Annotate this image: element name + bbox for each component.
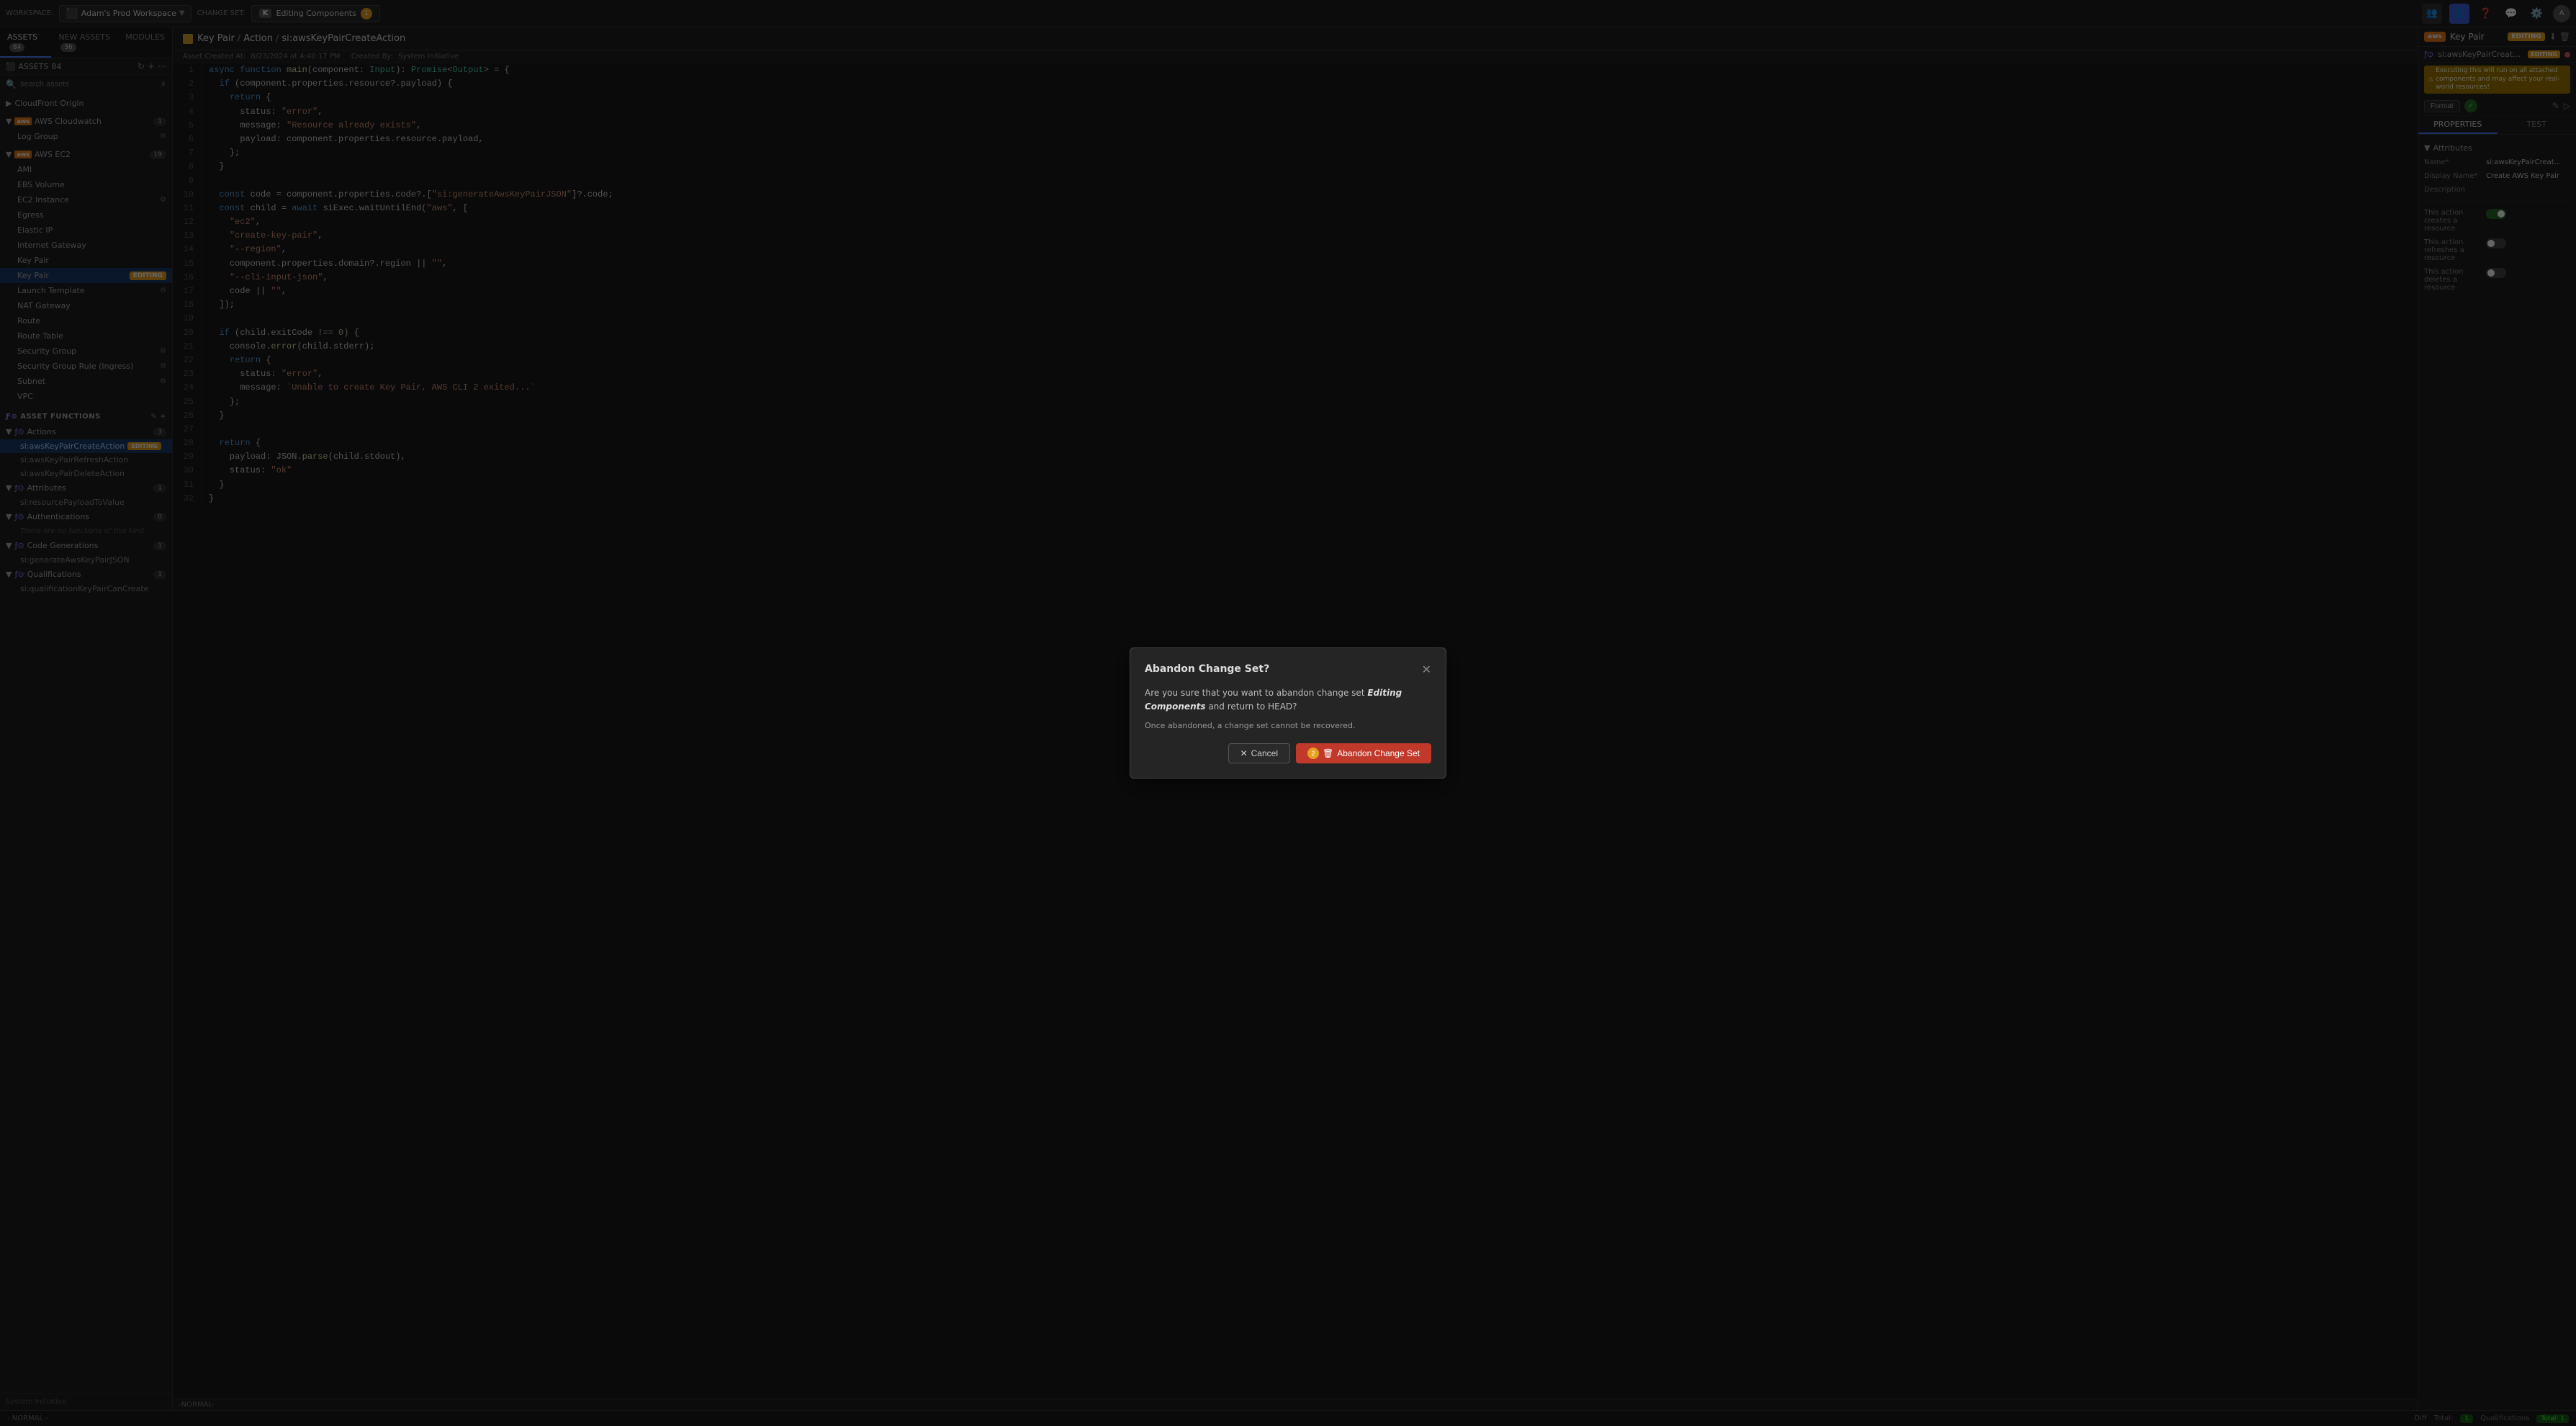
abandon-label: Abandon Change Set [1337, 748, 1420, 758]
modal-overlay[interactable]: Abandon Change Set? ✕ Are you sure that … [0, 0, 2576, 1426]
modal-body-prefix: Are you sure that you want to abandon ch… [1145, 688, 1365, 698]
modal-body: Are you sure that you want to abandon ch… [1145, 686, 1431, 732]
modal-header: Abandon Change Set? ✕ [1145, 663, 1431, 676]
abandon-badge: 2 [1307, 748, 1319, 759]
cancel-button[interactable]: ✕ Cancel [1228, 743, 1290, 763]
abandon-modal: Abandon Change Set? ✕ Are you sure that … [1130, 647, 1446, 779]
abandon-button[interactable]: 2 🗑 Abandon Change Set [1296, 743, 1431, 763]
modal-title: Abandon Change Set? [1145, 663, 1269, 675]
modal-close-button[interactable]: ✕ [1422, 663, 1431, 676]
modal-note: Once abandoned, a change set cannot be r… [1145, 719, 1431, 732]
trash-abandon-icon: 🗑 [1323, 748, 1333, 758]
modal-footer: ✕ Cancel 2 🗑 Abandon Change Set [1145, 743, 1431, 763]
cancel-x-icon: ✕ [1240, 748, 1248, 758]
cancel-label: Cancel [1251, 748, 1278, 758]
modal-body-suffix: and return to HEAD? [1208, 701, 1297, 712]
